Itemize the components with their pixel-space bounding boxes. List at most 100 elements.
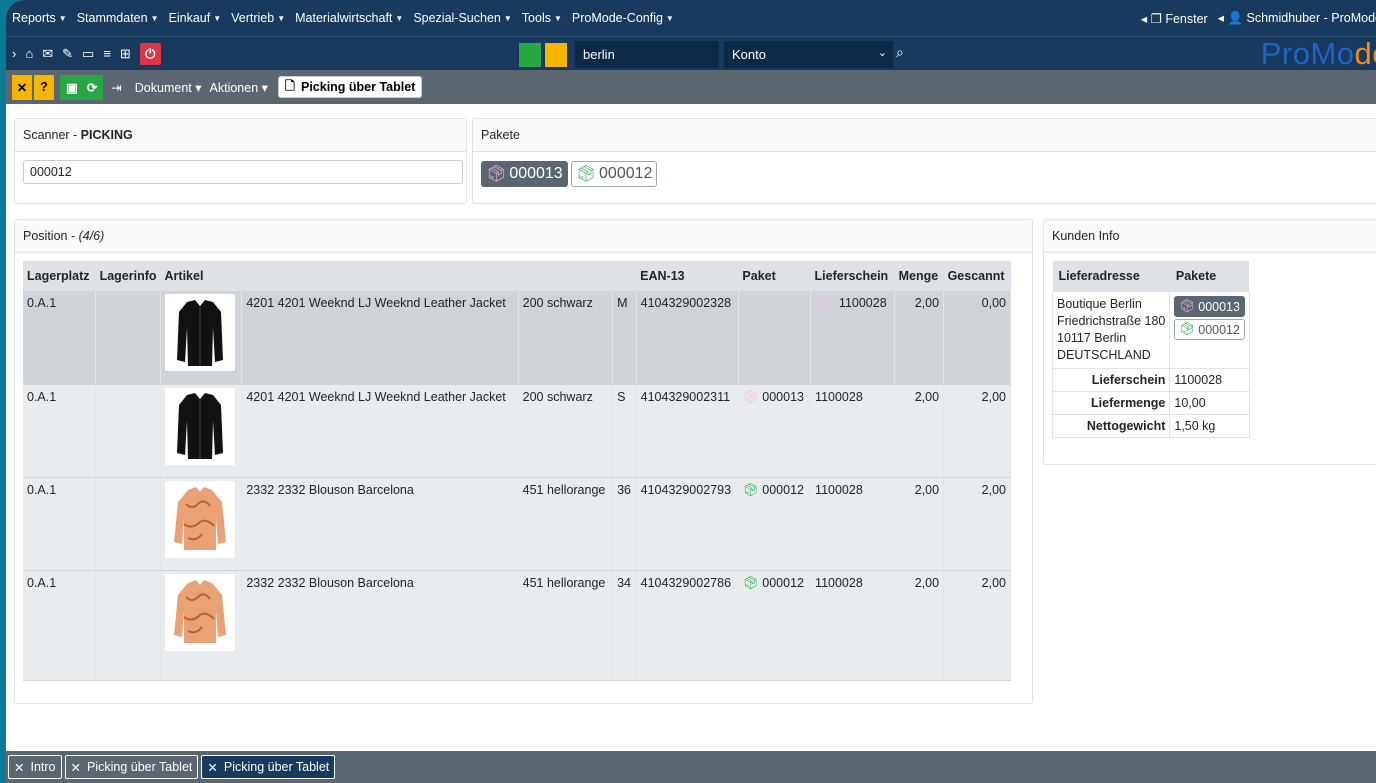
scanner-card: Scanner - PICKING 000012 [14,118,467,204]
box-icon: 📦︎ [742,482,759,497]
scanner-input[interactable]: 000012 [23,160,463,184]
power-button[interactable]: ⏻ [139,42,161,65]
col-paket[interactable]: Paket [738,261,811,291]
card-icon[interactable]: ▭ [82,46,94,62]
col-gescannt[interactable]: Gescannt [943,261,1011,291]
liefermenge-label: Liefermenge [1051,391,1171,415]
groesse-cell: 36 [612,477,637,571]
save-icon[interactable]: ▣ [66,80,78,95]
close-icon[interactable]: ✕ [71,760,81,775]
product-image[interactable] [165,387,236,465]
close-button[interactable]: ✕ [12,74,32,100]
box-icon: 📦︎ [815,296,831,310]
box-icon: 📦︎ [575,166,597,183]
export-icon[interactable]: ⇥ [111,80,121,95]
pakete-list: 📦︎ 000013 📦︎ 000012 [481,161,658,187]
lieferadresse-heading: Lieferadresse [1052,261,1170,292]
product-image[interactable] [165,480,236,558]
box-icon: 📦︎ [486,166,507,183]
refresh-icon[interactable]: ⟳ [87,80,97,95]
lieferschein-cell: 1100028 [810,570,896,681]
kunden-paket-000012[interactable]: 📦︎ 000012 [1174,319,1245,340]
close-icon[interactable]: ✕ [14,760,24,775]
ean-cell: 4104329002311 [636,384,739,478]
document-icon: 🗋 [284,78,295,93]
chevron-down-icon: ⌄ [877,47,887,59]
tab-intro[interactable]: ✕ Intro [8,755,62,779]
artikel-name-cell: 2332 2332 Blouson Barcelona [241,570,519,681]
menu-vertrieb[interactable]: Vertrieb ▼ [231,11,285,25]
kunden-paket-000013[interactable]: 📦︎ 000013 [1174,296,1245,317]
menu-tools[interactable]: Tools ▼ [522,11,562,25]
paket-cell: 📦︎ 000012 [738,477,812,571]
help-button[interactable]: ? [34,74,54,100]
question-icon: ? [40,80,48,94]
product-image[interactable] [165,573,236,651]
scanner-header: Scanner - PICKING [15,119,466,152]
col-lagerinfo[interactable]: Lagerinfo [95,261,161,291]
kunden-table: Lieferadresse Pakete Boutique Berlin Fri… [1051,261,1250,438]
col-lieferschein[interactable]: Lieferschein [810,261,895,291]
power-icon: ⏻ [145,45,156,61]
yellow-status-square[interactable] [545,43,567,67]
position-table: Lagerplatz Lagerinfo Artikel EAN-13 Pake… [23,261,1011,681]
col-lagerplatz[interactable]: Lagerplatz [23,261,96,291]
menge-cell: 2,00 [894,291,945,385]
lieferschein-cell: 1100028 [810,384,896,478]
artikel-name-cell: 4201 4201 Weeknd LJ Weeknd Leather Jacke… [241,291,519,385]
artikel-name-cell: 4201 4201 Weeknd LJ Weeknd Leather Jacke… [241,384,519,478]
pakete-heading: Pakete [1169,261,1250,292]
table-row[interactable]: 0.A.1 4201 4201 Weeknd LJ Weeknd Leather… [23,291,1011,385]
dokument-menu[interactable]: Dokument ▾ [135,80,202,95]
product-image[interactable] [165,294,236,371]
artikel-name-cell: 2332 2332 Blouson Barcelona [241,477,519,571]
menu-einkauf[interactable]: Einkauf ▼ [169,11,222,25]
konto-select[interactable]: Konto ⌄ [724,41,893,68]
bottom-tab-bar: ✕ Intro ✕ Picking über Tablet ✕ Picking übe… [6,751,1376,783]
table-row[interactable]: 0.A.1 2332 2332 Blouson Barcelona 451 he… [23,477,1011,571]
artikel-image-cell [160,477,243,571]
ean-cell: 4104329002328 [636,291,739,385]
menu-stammdaten[interactable]: Stammdaten ▼ [77,11,159,25]
promode-logo: ProMode [1260,36,1376,71]
close-icon[interactable]: ✕ [207,760,217,775]
nav-toolbar: › ⌂ ✉ ✎ ▭ ≡ ⊞ ⏻ berlin Konto⌄ ⌕ ProMode [6,36,1376,71]
picking-tablet-button[interactable]: 🗋 Picking über Tablet [277,76,423,98]
aktionen-menu[interactable]: Aktionen ▾ [210,80,268,95]
window-icon: ❐ [1150,11,1162,26]
green-status-square[interactable] [519,43,541,67]
gescannt-cell: 0,00 [943,291,1011,385]
paket-badge-000012[interactable]: 📦︎ 000012 [570,161,658,187]
table-row[interactable]: 0.A.1 4201 4201 Weeknd LJ Weeknd Leather… [23,384,1011,478]
fenster-menu[interactable]: ◂ ❐ Fenster [1141,11,1208,26]
pencil-icon[interactable]: ✎ [62,46,73,62]
home-icon[interactable]: ⌂ [25,46,33,61]
table-header-row: Lagerplatz Lagerinfo Artikel EAN-13 Pake… [23,261,1011,291]
tab-picking-2[interactable]: ✕ Picking über Tablet [201,755,336,779]
menu-materialwirtschaft[interactable]: Materialwirtschaft ▼ [295,11,403,25]
menu-spezial-suchen[interactable]: Spezial-Suchen ▼ [413,11,511,25]
gescannt-cell: 2,00 [943,477,1011,571]
city-field[interactable]: berlin [575,41,719,68]
paket-badge-000013[interactable]: 📦︎ 000013 [481,161,568,187]
lagerinfo-cell [95,384,162,478]
user-menu[interactable]: ◂ 👤 Schmidhuber - ProMode [1218,10,1376,26]
menu-reports[interactable]: Reports ▼ [12,11,67,25]
mail-icon[interactable]: ✉ [42,46,53,62]
artikel-image-cell [160,384,243,478]
col-menge[interactable]: Menge [894,261,944,291]
table-row[interactable]: 0.A.1 2332 2332 Blouson Barcelona 451 he… [23,570,1011,681]
lieferschein-cell: 📦︎ 1100028 [810,291,896,385]
tab-picking-1[interactable]: ✕ Picking über Tablet [64,755,199,779]
chevron-right-icon[interactable]: › [12,46,16,61]
col-ean[interactable]: EAN-13 [636,261,739,291]
col-artikel[interactable]: Artikel [160,261,637,291]
search-icon[interactable]: ⌕ [896,44,904,61]
address-cell: Boutique Berlin Friedrichstraße 180 1011… [1051,291,1171,369]
menge-cell: 2,00 [894,477,945,571]
menge-cell: 2,00 [894,384,945,478]
menu-promode-config[interactable]: ProMode-Config ▼ [572,11,674,25]
list-icon[interactable]: ≡ [103,46,111,61]
table-icon[interactable]: ⊞ [120,46,131,62]
pakete-card: Pakete 📦︎ 000013 📦︎ 000012 [472,118,1376,204]
